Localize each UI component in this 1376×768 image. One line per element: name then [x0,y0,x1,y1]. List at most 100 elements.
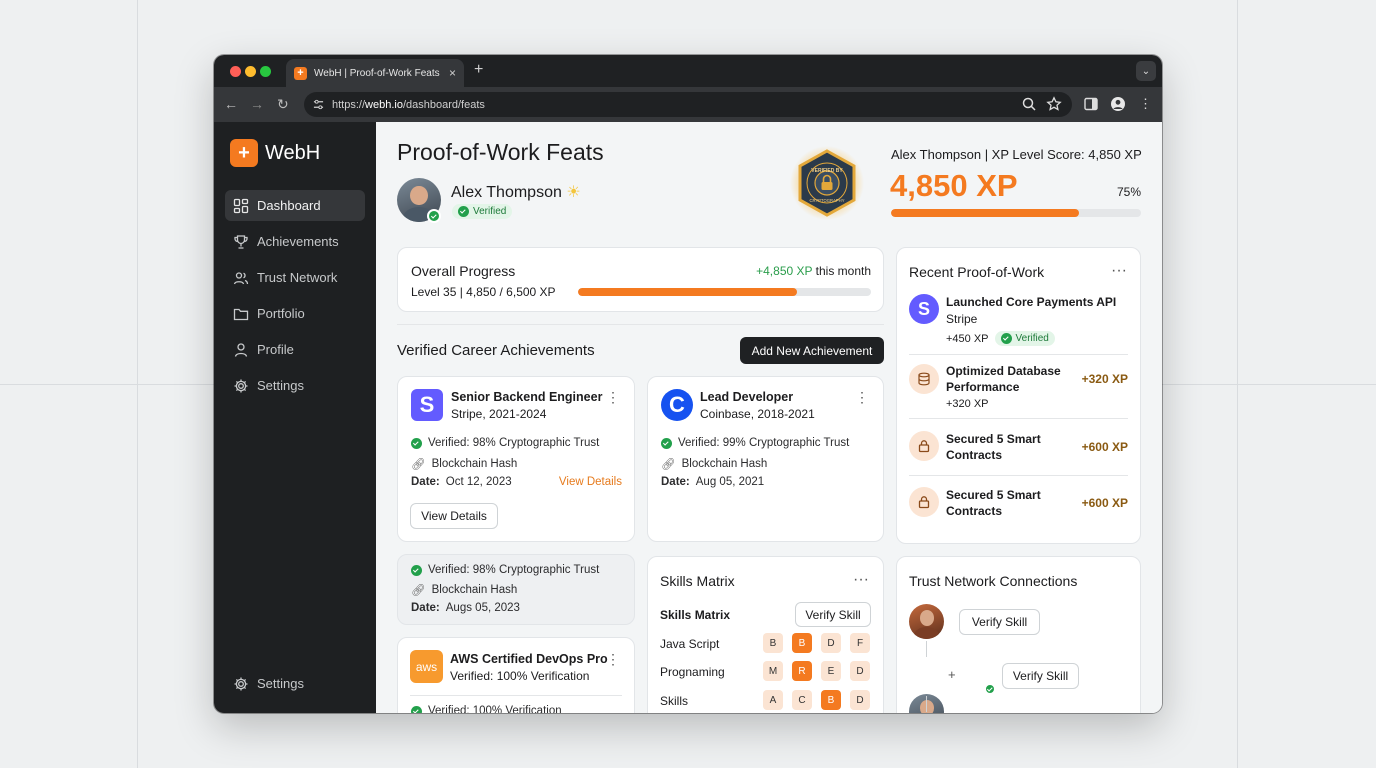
sidebar-item-trust-network[interactable]: Trust Network [225,262,365,293]
check-icon [411,437,422,449]
recent-item-sub: Stripe [946,312,978,326]
skills-subtitle: Skills Matrix [660,608,731,622]
skill-grade-cell[interactable]: B [792,633,812,653]
achievement-role: AWS Certified DevOps Pro [450,652,608,666]
verify-skill-button[interactable]: Verify Skill [795,602,871,627]
reload-icon[interactable]: ↻ [277,96,289,113]
more-options-icon[interactable]: ⋮ [606,389,620,406]
achievements-title: Verified Career Achievements [397,342,595,359]
coinbase-logo-icon: C [661,389,693,421]
more-options-icon[interactable]: ⋮ [855,389,869,406]
grid-icon [233,198,249,213]
xp-percent: 75% [1117,185,1142,199]
site-settings-icon[interactable] [313,99,324,110]
browser-window: + WebH | Proof-of-Work Feats × + ⌄ ← → ↻… [214,55,1162,713]
sidebar-item-achievements[interactable]: Achievements [225,226,365,257]
tab-title: WebH | Proof-of-Work Feats [314,67,440,79]
lock-icon [909,487,939,517]
link-icon: 🔗︎ [411,585,426,597]
sidebar-bottom-settings[interactable]: Settings [225,668,365,699]
skill-grade-cell[interactable]: B [763,633,783,653]
brand[interactable]: + WebH [230,139,320,167]
achievement-card[interactable]: aws AWS Certified DevOps Pro Verified: 1… [397,637,635,713]
recent-item-title: Optimized Database Performance [946,364,1061,394]
sidebar-item-label: Portfolio [257,306,305,321]
view-details-button[interactable]: View Details [410,503,498,529]
link-icon: 🔗︎ [661,459,676,471]
back-icon[interactable]: ← [224,96,238,112]
close-tab-icon[interactable]: × [449,66,456,80]
maximize-window-button[interactable] [260,66,271,77]
sidebar-item-profile[interactable]: Profile [225,334,365,365]
skill-grade-cell[interactable]: D [850,690,870,710]
more-options-icon[interactable]: ··· [1111,262,1127,280]
progress-delta: +4,850 XP this month [756,264,871,278]
close-window-button[interactable] [230,66,241,77]
database-icon [909,364,939,394]
address-bar-row: ← → ↻ https://webh.io/dashboard/feats ⋮ [214,87,1162,122]
skill-grade-cell[interactable]: E [821,661,841,681]
skill-grade-cell[interactable]: R [792,661,812,681]
sidebar-item-portfolio[interactable]: Portfolio [225,298,365,329]
sidebar-item-label: Trust Network [257,270,338,285]
url-field[interactable]: https://webh.io/dashboard/feats [304,92,1072,117]
skill-grade-cell[interactable]: D [821,633,841,653]
url-path: /dashboard/feats [402,98,485,111]
forward-icon[interactable]: → [250,96,264,112]
hash-row: 🔗︎ Blockchain Hash [411,584,518,597]
more-options-icon[interactable]: ⋮ [606,651,620,668]
sun-icon: ☀ [566,184,581,201]
skill-grade-cell[interactable]: C [792,690,812,710]
xp-value: 4,850 XP [890,168,1018,203]
main-content: Proof-of-Work Feats Alex Thompson ☀ Veri… [376,122,1162,713]
achievement-sub: Verified: 100% Verification [450,669,590,683]
sidebar-item-label: Settings [257,676,304,691]
lock-icon [909,431,939,461]
add-achievement-button[interactable]: Add New Achievement [740,337,884,364]
skill-grade-cell[interactable]: M [763,661,783,681]
trust-row: Verified: 98% Cryptographic Trust [411,437,599,449]
hash-row: 🔗︎ Blockchain Hash [411,458,518,471]
sidebar-item-label: Achievements [257,234,339,249]
overall-progress-card: Overall Progress Level 35 | 4,850 / 6,50… [397,247,884,312]
skill-grade-cell[interactable]: B [821,690,841,710]
skill-grade-cell[interactable]: D [850,661,870,681]
skills-title: Skills Matrix [660,573,735,589]
verify-skill-button[interactable]: Verify Skill [1002,663,1079,689]
users-icon [233,271,249,284]
view-details-link[interactable]: View Details [559,476,622,488]
trust-network-card: Trust Network Connections Verify Skill +… [896,556,1141,713]
progress-level: Level 35 | 4,850 / 6,500 XP [411,285,556,299]
sidebar-item-dashboard[interactable]: Dashboard [225,190,365,221]
skill-grade-cell[interactable]: F [850,633,870,653]
sidebar-item-settings[interactable]: Settings [225,370,365,401]
sidebar-toggle-icon[interactable] [1083,96,1099,112]
trust-title: Trust Network Connections [909,573,1078,589]
recent-item-meta: +450 XP Verified [946,331,1055,346]
achievement-card[interactable]: C Lead Developer Coinbase, 2018-2021 ⋮ V… [647,376,884,542]
browser-menu-icon[interactable]: ⋮ [1139,96,1152,112]
browser-tab[interactable]: + WebH | Proof-of-Work Feats × [286,59,464,87]
connection-avatar[interactable] [909,604,944,639]
achievement-detail-card[interactable]: Verified: 98% Cryptographic Trust 🔗︎ Bloc… [397,554,635,625]
verify-skill-button[interactable]: Verify Skill [959,609,1040,635]
bookmark-star-icon[interactable] [1046,96,1062,112]
stripe-logo-icon: S [411,389,443,421]
avatar-verified-icon [427,209,441,223]
skill-grade-cell[interactable]: A [763,690,783,710]
sidebar: + WebH Dashboard Achievements Trust Netw… [214,122,376,713]
profile-icon[interactable] [1110,96,1126,112]
check-icon [661,437,672,449]
recent-item-xp: +320 XP [1081,372,1128,386]
recent-item-title: Secured 5 Smart Contracts [946,488,1041,518]
new-tab-icon[interactable]: + [474,61,483,79]
xp-progress-bar [891,209,1141,217]
url-host: webh.io [365,98,403,111]
minimize-window-button[interactable] [245,66,256,77]
tab-search-chevron-icon[interactable]: ⌄ [1136,61,1156,81]
achievement-card[interactable]: S Senior Backend Engineer Stripe, 2021-2… [397,376,635,542]
more-options-icon[interactable]: ··· [853,571,869,589]
recent-pow-card: Recent Proof-of-Work ··· S Launched Core… [896,247,1141,544]
trust-row: Verified: 100% Verification [411,705,562,713]
zoom-icon[interactable] [1021,96,1037,112]
